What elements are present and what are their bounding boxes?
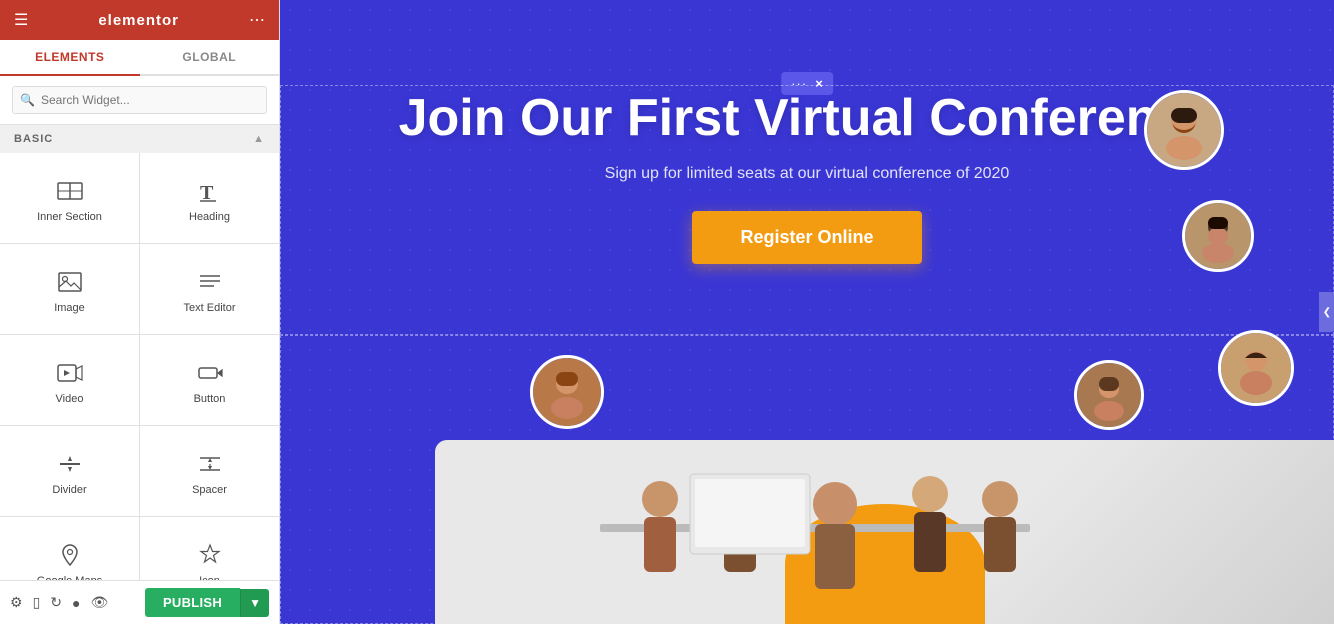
widget-label-text-editor: Text Editor [184,302,236,314]
widget-label-heading: Heading [189,211,230,223]
people-svg [540,444,1090,624]
tab-global[interactable]: GLOBAL [140,40,280,74]
widget-icon[interactable]: Icon [140,517,279,580]
widget-image[interactable]: Image [0,244,139,334]
widget-label-divider: Divider [52,484,86,496]
widget-label-video: Video [56,393,84,405]
avatar-svg-4 [1077,363,1141,427]
widget-divider[interactable]: Divider [0,426,139,516]
star-icon [196,541,224,569]
widget-label-button: Button [194,393,226,405]
register-button[interactable]: Register Online [692,211,921,264]
avatar-face-5 [533,358,601,426]
publish-dropdown-button[interactable]: ▼ [240,589,269,617]
video-icon [56,359,84,387]
inner-section-icon [56,177,84,205]
topbar: ☰ elementor ⋯ [0,0,279,40]
history-icon[interactable]: ↻ [50,594,62,611]
widget-button[interactable]: Button [140,335,279,425]
avatar-svg-1 [1147,93,1221,167]
spacer-icon [196,450,224,478]
avatar-face-4 [1077,363,1141,427]
grid-icon[interactable]: ⋯ [249,10,265,30]
canvas: ··· × Join Our First Virtual Conference … [280,0,1334,624]
widget-text-editor[interactable]: Text Editor [140,244,279,334]
avatar-face-3 [1221,333,1291,403]
preview-icon[interactable]: 👁 [90,594,108,611]
hero-subtitle: Sign up for limited seats at our virtual… [357,165,1257,183]
text-editor-icon [196,268,224,296]
heading-icon: T [196,177,224,205]
search-icon: 🔍 [20,93,35,107]
avatar-4 [1074,360,1144,430]
chevron-down-icon: ▲ [253,133,265,145]
section-basic-label: BASIC ▲ [0,125,279,153]
settings-icon[interactable]: ⚙ [10,594,23,611]
widget-label-image: Image [54,302,85,314]
widget-grid: Inner Section T Heading Image [0,153,279,580]
cursor-line [902,220,904,248]
widget-google-maps[interactable]: Google Maps [0,517,139,580]
layers-icon[interactable]: ▯ [33,594,41,611]
responsive-icon[interactable]: ● [72,595,80,611]
bottom-inner [435,440,1334,624]
search-box: 🔍 [0,76,279,125]
publish-group: PUBLISH ▼ [145,588,269,617]
map-icon [56,541,84,569]
avatar-svg-2 [1185,203,1251,269]
menu-icon[interactable]: ☰ [14,10,28,30]
bottom-tools: ⚙ ▯ ↻ ● 👁 [10,594,108,611]
tab-elements[interactable]: ELEMENTS [0,40,140,76]
avatar-face-2 [1185,203,1251,269]
widget-label-inner-section: Inner Section [37,211,102,223]
people-image [515,444,1115,624]
avatar-1 [1144,90,1224,170]
button-icon [196,359,224,387]
divider-icon [56,450,84,478]
widget-heading[interactable]: T Heading [140,153,279,243]
search-input[interactable] [12,86,267,114]
tabs-bar: ELEMENTS GLOBAL [0,40,279,76]
publish-button[interactable]: PUBLISH [145,588,240,617]
avatar-face-1 [1147,93,1221,167]
widget-spacer[interactable]: Spacer [140,426,279,516]
avatar-svg-5 [533,358,601,426]
sidebar: ☰ elementor ⋯ ELEMENTS GLOBAL 🔍 BASIC ▲ … [0,0,280,624]
bottom-toolbar: ⚙ ▯ ↻ ● 👁 PUBLISH ▼ [0,580,279,624]
bottom-section [435,440,1334,624]
widget-label-spacer: Spacer [192,484,227,496]
widget-video[interactable]: Video [0,335,139,425]
avatar-svg-3 [1221,333,1291,403]
image-icon [56,268,84,296]
hero-title: Join Our First Virtual Conference [357,90,1257,147]
avatar-3 [1218,330,1294,406]
avatar-2 [1182,200,1254,272]
widget-inner-section[interactable]: Inner Section [0,153,139,243]
avatar-5 [530,355,604,429]
brand-logo: elementor [98,12,179,29]
sidebar-collapse-button[interactable]: ❮ [1319,292,1334,332]
hero-content: Join Our First Virtual Conference Sign u… [357,90,1257,264]
